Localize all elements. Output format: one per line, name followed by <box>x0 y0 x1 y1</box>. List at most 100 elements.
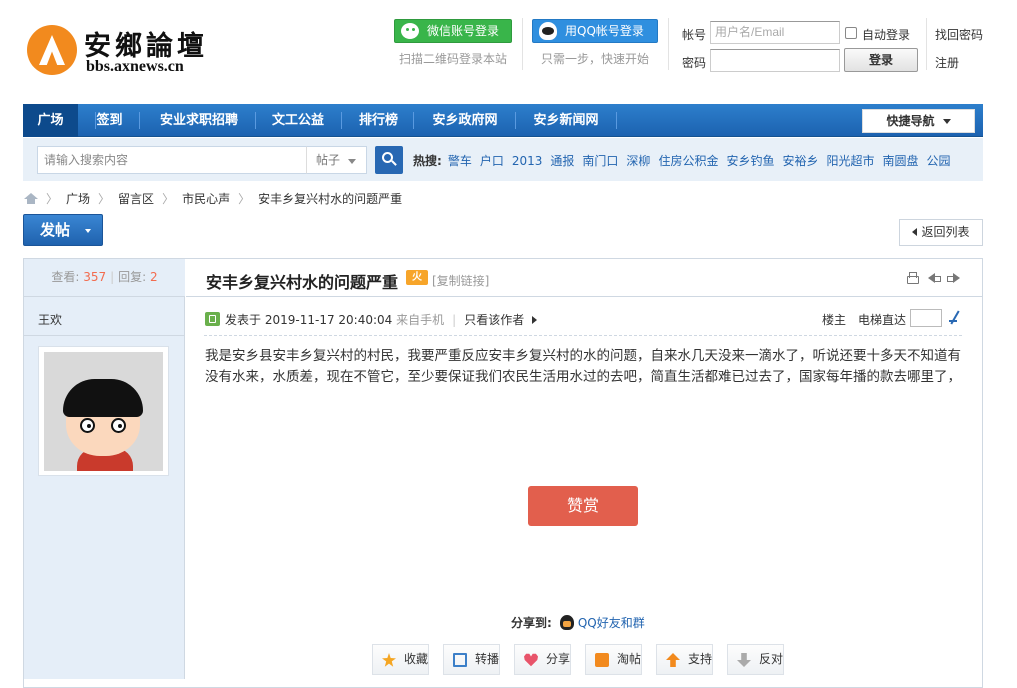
hot-search-link[interactable]: 南门口 <box>582 154 618 168</box>
stats-separator: | <box>110 270 115 284</box>
quick-nav-label: 快捷导航 <box>886 114 935 128</box>
hot-search-link[interactable]: 深柳 <box>626 154 650 168</box>
divider <box>522 18 523 70</box>
repost-button[interactable]: 转播 <box>443 644 501 675</box>
password-input[interactable] <box>710 49 840 72</box>
thread-title: 安丰乡复兴村水的问题严重 <box>206 273 399 292</box>
qq-icon <box>559 615 574 630</box>
meta-separator: | <box>452 313 457 327</box>
post-source: 来自手机 <box>396 313 445 327</box>
posted-time: 2019-11-17 20:40:04 <box>264 313 393 327</box>
nav-item-signin[interactable]: 签到 <box>96 104 123 137</box>
account-input[interactable]: 用户名/Email <box>710 21 840 44</box>
search-type-label: 帖子 <box>316 153 341 167</box>
thread-stats: 查看: 357 | 回复: 2 <box>24 259 185 297</box>
chevron-left-icon <box>912 228 918 236</box>
copy-link[interactable]: [复制链接] <box>432 272 489 289</box>
favorite-button[interactable]: 收藏 <box>372 644 430 675</box>
collect-icon <box>595 653 609 667</box>
wechat-login-hint: 扫描二维码登录本站 <box>399 52 508 66</box>
favorite-label: 收藏 <box>404 652 429 666</box>
site-logo[interactable]: 安鄉論壇 bbs.axnews.cn <box>22 10 224 80</box>
views-label: 查看: <box>51 270 80 284</box>
views-count: 357 <box>83 270 107 284</box>
mobile-icon <box>205 312 220 326</box>
post-content: 我是安乡县安丰乡复兴村的村民，我要严重反应安丰乡复兴村的水的问题，自来水几天没来… <box>205 348 961 385</box>
nav-item-ranking[interactable]: 排行榜 <box>357 104 400 137</box>
hot-search-link[interactable]: 通报 <box>550 154 574 168</box>
qq-login-hint: 只需一步，快速开始 <box>541 52 650 66</box>
collect-button[interactable]: 淘帖 <box>585 644 643 675</box>
elevator-input[interactable] <box>910 309 942 327</box>
share-qq-link[interactable]: QQ好友和群 <box>578 616 645 630</box>
quick-nav-button[interactable]: 快捷导航 <box>862 109 975 133</box>
share-label: 分享到: <box>511 616 552 630</box>
support-label: 支持 <box>688 652 713 666</box>
search-button[interactable] <box>375 146 403 174</box>
wechat-icon <box>401 23 419 39</box>
hot-search-link[interactable]: 2013 <box>512 154 543 168</box>
author-name[interactable]: 王欢 <box>38 311 62 328</box>
nav-item-charity[interactable]: 文工公益 <box>269 104 327 137</box>
hot-search-link[interactable]: 阳光超市 <box>826 154 874 168</box>
password-label: 密码 <box>682 56 707 70</box>
login-button[interactable]: 登录 <box>844 48 918 72</box>
main-nav: 广场 签到 安业求职招聘 文工公益 排行榜 安乡政府网 安乡新闻网 <box>23 104 983 137</box>
hot-search-link[interactable]: 户口 <box>480 154 504 168</box>
breadcrumb-item[interactable]: 市民心声 <box>182 192 230 206</box>
search-input[interactable]: 请输入搜索内容 <box>37 146 307 174</box>
replies-label: 回复: <box>118 270 147 284</box>
nav-separator <box>413 112 414 129</box>
account-label: 帐号 <box>682 28 707 42</box>
breadcrumb-item[interactable]: 安丰乡复兴村水的问题严重 <box>258 192 402 206</box>
nav-item-plaza[interactable]: 广场 <box>23 104 78 137</box>
forgot-password-link[interactable]: 找回密码 <box>935 26 983 43</box>
previous-thread-icon[interactable] <box>927 271 941 285</box>
register-link[interactable]: 注册 <box>935 54 959 71</box>
breadcrumb-item[interactable]: 留言区 <box>118 192 154 206</box>
new-post-label: 发帖 <box>40 221 71 239</box>
hot-search-link[interactable]: 住房公积金 <box>658 154 718 168</box>
nav-separator <box>341 112 342 129</box>
hot-search-link[interactable]: 安裕乡 <box>782 154 818 168</box>
share-action-label: 分享 <box>546 652 571 666</box>
hot-search-link[interactable]: 南圆盘 <box>883 154 919 168</box>
nav-item-gov[interactable]: 安乡政府网 <box>429 104 501 137</box>
wechat-login-button[interactable]: 微信账号登录 <box>394 19 512 43</box>
breadcrumb: 〉广场〉留言区〉市民心声〉安丰乡复兴村水的问题严重 <box>24 190 402 207</box>
breadcrumb-separator: 〉 <box>162 192 175 206</box>
new-post-button[interactable]: 发帖 <box>23 214 103 246</box>
oppose-button[interactable]: 反对 <box>727 644 785 675</box>
print-icon[interactable] <box>905 271 919 285</box>
floor-label: 楼主 <box>822 313 847 327</box>
hot-search-link[interactable]: 安乡钓鱼 <box>726 154 774 168</box>
share-row: 分享到: QQ好友和群 <box>511 614 645 631</box>
breadcrumb-item[interactable]: 广场 <box>66 192 90 206</box>
reward-button[interactable]: 赞赏 <box>528 486 638 526</box>
remember-checkbox[interactable] <box>845 27 857 39</box>
wechat-login-label: 微信账号登录 <box>427 24 500 38</box>
post-meta: 发表于 2019-11-17 20:40:04 来自手机 | 只看该作者 <box>225 311 538 328</box>
qq-login-label: 用QQ帐号登录 <box>565 24 644 38</box>
next-thread-icon[interactable] <box>947 271 961 285</box>
home-icon[interactable] <box>24 193 38 204</box>
elevator-go-icon[interactable] <box>947 309 963 327</box>
hot-search-link[interactable]: 公园 <box>927 154 951 168</box>
posted-prefix: 发表于 <box>225 313 262 327</box>
only-author-link[interactable]: 只看该作者 <box>464 313 524 327</box>
avatar-hair <box>63 379 143 417</box>
share-button[interactable]: 分享 <box>514 644 572 675</box>
support-button[interactable]: 支持 <box>656 644 714 675</box>
back-to-list-button[interactable]: 返回列表 <box>899 219 983 246</box>
qq-login-button[interactable]: 用QQ帐号登录 <box>532 19 658 43</box>
nav-item-jobs[interactable]: 安业求职招聘 <box>155 104 243 137</box>
avatar[interactable] <box>38 346 169 476</box>
chevron-down-icon <box>942 119 951 124</box>
arrow-down-icon <box>737 653 751 667</box>
search-type-select[interactable]: 帖子 <box>306 146 367 174</box>
breadcrumb-separator: 〉 <box>98 192 111 206</box>
nav-item-news[interactable]: 安乡新闻网 <box>530 104 602 137</box>
hot-search-link[interactable]: 警车 <box>448 154 472 168</box>
chevron-down-icon <box>85 229 91 233</box>
repost-icon <box>453 653 467 667</box>
